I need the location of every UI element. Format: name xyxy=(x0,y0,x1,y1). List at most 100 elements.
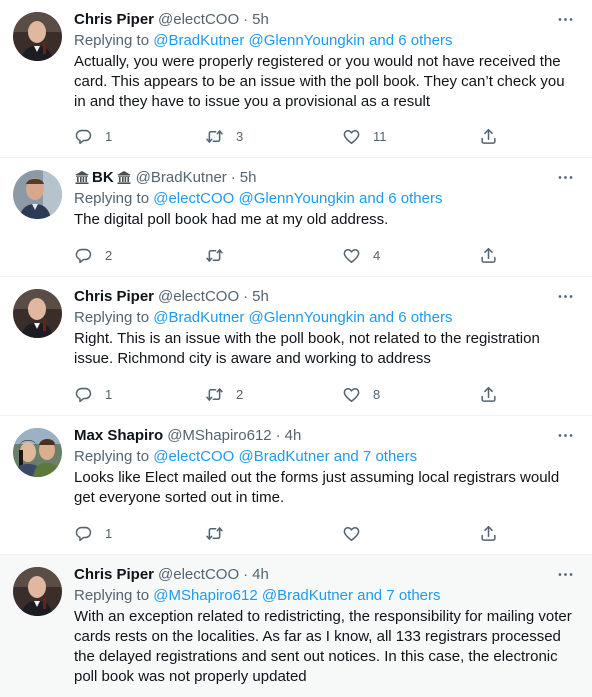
like-count: 4 xyxy=(373,247,381,263)
author-name[interactable]: BK xyxy=(74,169,132,186)
author-name[interactable]: Max Shapiro xyxy=(74,427,163,444)
like-button[interactable]: 8 xyxy=(342,383,380,405)
replying-to-label: Replying to xyxy=(74,587,150,604)
retweet-button[interactable] xyxy=(205,244,236,266)
replying-to-label: Replying to xyxy=(74,32,150,49)
author-handle[interactable]: @electCOO xyxy=(158,288,239,305)
author-name[interactable]: Chris Piper xyxy=(74,566,154,583)
tweet-text: Actually, you were properly registered o… xyxy=(74,53,565,110)
separator: · xyxy=(275,426,281,444)
separator: · xyxy=(243,565,249,583)
more-icon[interactable] xyxy=(554,285,576,307)
retweet-button[interactable]: 2 xyxy=(205,383,243,405)
replying-to-label: Replying to xyxy=(74,190,150,207)
tweet-text: With an exception related to redistricti… xyxy=(74,608,572,685)
author-name-text[interactable]: BK xyxy=(92,169,114,186)
like-button[interactable]: 11 xyxy=(342,125,387,147)
author-handle[interactable]: @electCOO xyxy=(158,11,239,28)
avatar[interactable] xyxy=(13,428,62,477)
retweet-icon xyxy=(206,387,223,401)
tweet-text: Right. This is an issue with the poll bo… xyxy=(74,330,540,367)
tweet[interactable]: Chris Piper @electCOO · 5h Replying to @… xyxy=(0,277,592,416)
share-icon xyxy=(481,128,496,144)
like-button[interactable]: 4 xyxy=(342,244,380,266)
replying-to-links[interactable]: @electCOO @BradKutner and 7 others xyxy=(153,448,417,465)
retweet-icon xyxy=(206,526,223,540)
separator: · xyxy=(243,287,249,305)
separator: · xyxy=(230,168,236,186)
replying-to: Replying to @BradKutner @GlennYoungkin a… xyxy=(74,31,576,51)
replying-to-links[interactable]: @BradKutner @GlennYoungkin and 6 others xyxy=(153,309,452,326)
avatar[interactable] xyxy=(13,170,62,219)
like-icon xyxy=(343,387,360,402)
tweet-actions: 1 3 11 xyxy=(74,125,514,147)
retweet-button[interactable]: 3 xyxy=(205,125,243,147)
tweet[interactable]: Chris Piper @electCOO · 4h Replying to @… xyxy=(0,555,592,697)
more-icon[interactable] xyxy=(554,424,576,446)
retweet-count: 2 xyxy=(236,386,244,402)
tweet-actions: 1 2 8 xyxy=(74,383,514,405)
replying-to-label: Replying to xyxy=(74,309,150,326)
replying-to-links[interactable]: @MShapiro612 @BradKutner and 7 others xyxy=(153,587,440,604)
reply-icon xyxy=(75,387,92,402)
timestamp[interactable]: 4h xyxy=(252,566,269,583)
reply-count: 1 xyxy=(105,128,113,144)
reply-button[interactable]: 1 xyxy=(74,383,112,405)
timestamp[interactable]: 5h xyxy=(240,169,257,186)
replying-to: Replying to @MShapiro612 @BradKutner and… xyxy=(74,586,576,606)
bank-emoji-icon xyxy=(116,170,131,184)
avatar[interactable] xyxy=(13,567,62,616)
author-handle[interactable]: @electCOO xyxy=(158,566,239,583)
reply-icon xyxy=(75,129,92,144)
more-icon[interactable] xyxy=(554,8,576,30)
retweet-icon xyxy=(206,129,223,143)
like-count: 8 xyxy=(373,386,381,402)
like-count: 11 xyxy=(373,128,387,144)
retweet-button[interactable] xyxy=(205,522,236,544)
author-name[interactable]: Chris Piper xyxy=(74,11,154,28)
timestamp[interactable]: 4h xyxy=(285,427,302,444)
bank-emoji-icon xyxy=(75,170,89,184)
reply-button[interactable]: 2 xyxy=(74,244,112,266)
avatar[interactable] xyxy=(13,289,62,338)
reply-icon xyxy=(75,248,92,263)
more-icon[interactable] xyxy=(554,563,576,585)
tweet-text: The digital poll book had me at my old a… xyxy=(74,211,389,228)
retweet-count: 3 xyxy=(236,128,244,144)
more-icon[interactable] xyxy=(554,166,576,188)
avatar[interactable] xyxy=(13,12,62,61)
reply-count: 1 xyxy=(105,386,113,402)
author-handle[interactable]: @MShapiro612 xyxy=(167,427,271,444)
timestamp[interactable]: 5h xyxy=(252,288,269,305)
reply-button[interactable]: 1 xyxy=(74,125,112,147)
timestamp[interactable]: 5h xyxy=(252,11,269,28)
replying-to-links[interactable]: @BradKutner @GlennYoungkin and 6 others xyxy=(153,32,452,49)
replying-to-label: Replying to xyxy=(74,448,150,465)
like-button[interactable] xyxy=(342,522,373,544)
reply-count: 1 xyxy=(105,525,113,541)
share-button[interactable] xyxy=(479,244,498,266)
tweet-actions: 2 4 xyxy=(74,244,514,266)
share-icon xyxy=(481,386,496,402)
replying-to: Replying to @electCOO @GlennYoungkin and… xyxy=(74,189,576,209)
share-icon xyxy=(481,247,496,263)
like-icon xyxy=(343,526,360,541)
tweet[interactable]: Chris Piper @electCOO · 5h Replying to @… xyxy=(0,0,592,158)
tweet[interactable]: BK @BradKutner · 5h Replying to @electCO… xyxy=(0,158,592,277)
author-handle[interactable]: @BradKutner xyxy=(136,169,227,186)
separator: · xyxy=(243,10,249,28)
tweet-text: Looks like Elect mailed out the forms ju… xyxy=(74,469,560,506)
replying-to: Replying to @BradKutner @GlennYoungkin a… xyxy=(74,308,576,328)
author-name[interactable]: Chris Piper xyxy=(74,288,154,305)
reply-button[interactable]: 1 xyxy=(74,522,112,544)
like-icon xyxy=(343,248,360,263)
share-button[interactable] xyxy=(479,522,498,544)
share-button[interactable] xyxy=(479,125,498,147)
tweet[interactable]: Max Shapiro @MShapiro612 · 4h Replying t… xyxy=(0,416,592,555)
share-button[interactable] xyxy=(479,383,498,405)
like-icon xyxy=(343,129,360,144)
reply-icon xyxy=(75,526,92,541)
replying-to: Replying to @electCOO @BradKutner and 7 … xyxy=(74,447,576,467)
replying-to-links[interactable]: @electCOO @GlennYoungkin and 6 others xyxy=(153,190,442,207)
tweet-actions: 1 xyxy=(74,522,514,544)
